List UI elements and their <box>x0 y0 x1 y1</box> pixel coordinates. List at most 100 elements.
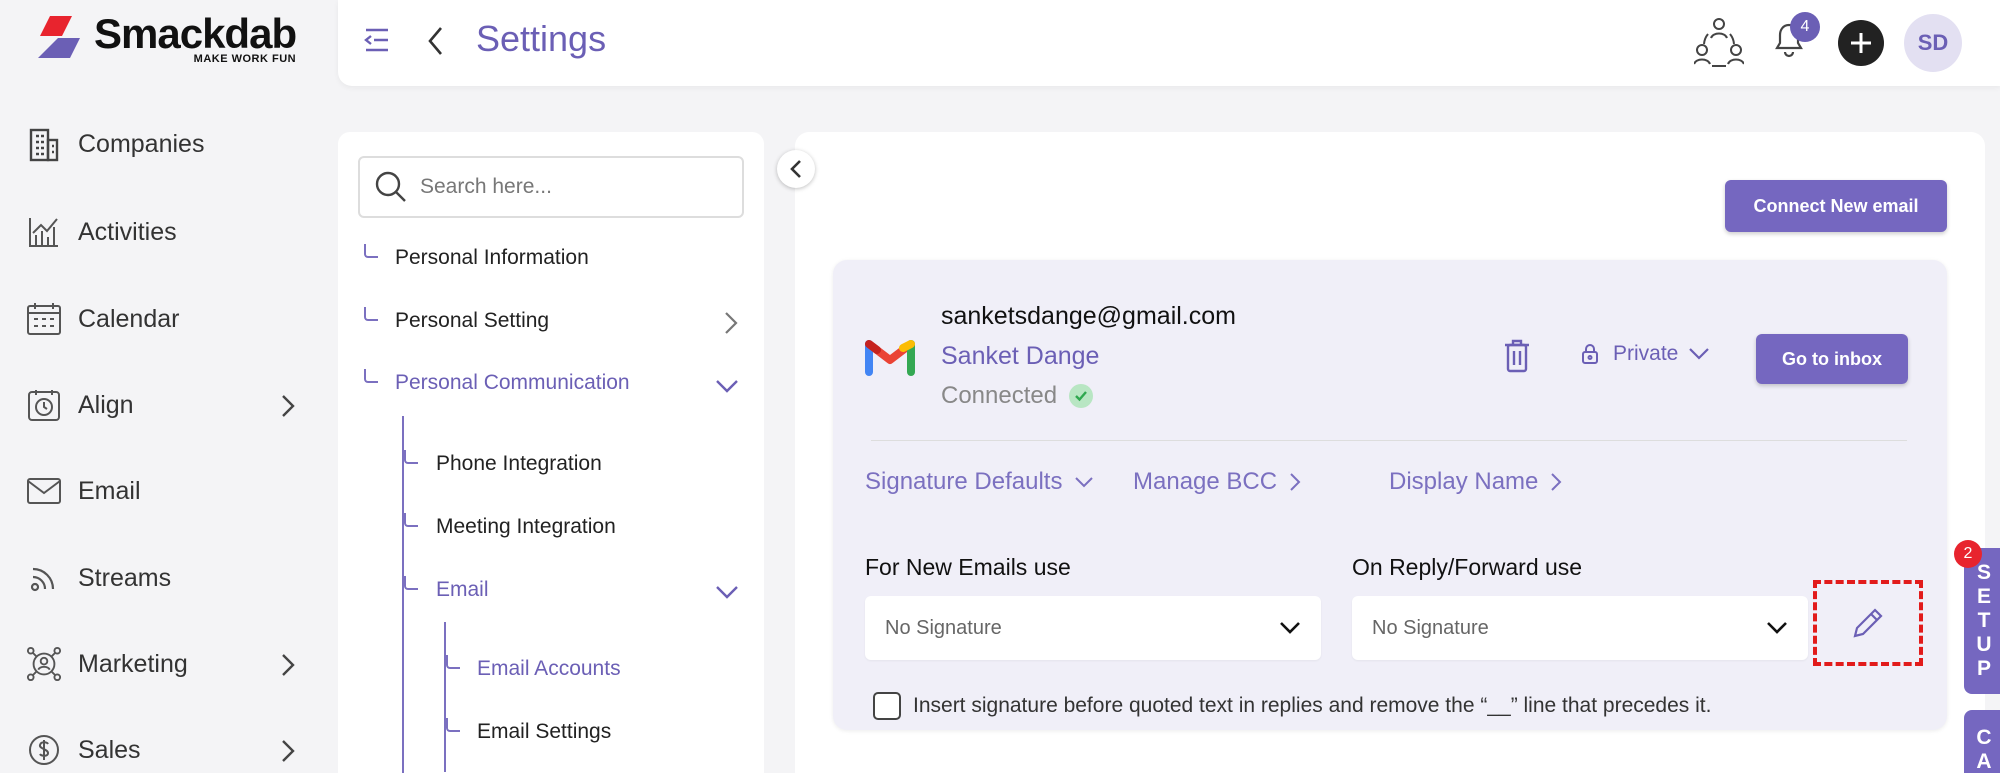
tree-connector <box>404 513 418 527</box>
notification-badge: 4 <box>1790 12 1820 42</box>
nav-email-settings[interactable]: Email Settings <box>477 720 611 744</box>
main-content: Connect New email sanketsdange@gmail.com… <box>795 132 1985 773</box>
collapse-panel-button[interactable] <box>777 150 815 188</box>
go-to-inbox-button[interactable]: Go to inbox <box>1756 334 1908 384</box>
chevron-right-icon <box>282 395 295 417</box>
chevron-down-icon <box>1075 477 1094 488</box>
sidebar-item-sales[interactable]: Sales <box>26 720 296 773</box>
left-sidebar: Smackdab MAKE WORK FUN Companies Activit… <box>0 0 330 773</box>
top-header: Settings 4 SD <box>338 0 2000 86</box>
tab-letter: P <box>1976 657 1991 680</box>
nav-personal-information[interactable]: Personal Information <box>395 246 589 270</box>
select-value: No Signature <box>885 616 1002 639</box>
brand-logo[interactable]: Smackdab MAKE WORK FUN <box>32 10 297 65</box>
sidebar-item-activities[interactable]: Activities <box>26 202 296 262</box>
tab-letter: E <box>1976 585 1991 608</box>
tab-signature-defaults[interactable]: Signature Defaults <box>865 468 1094 496</box>
lock-icon <box>1582 344 1598 364</box>
tab-label: Display Name <box>1389 468 1539 495</box>
divider <box>871 440 1907 441</box>
tab-letter: T <box>1977 609 1991 632</box>
search-input[interactable] <box>420 175 740 199</box>
tab-manage-bcc[interactable]: Manage BCC <box>1133 468 1301 496</box>
nav-personal-setting[interactable]: Personal Setting <box>395 309 549 333</box>
nav-email-accounts[interactable]: Email Accounts <box>477 657 621 681</box>
logo-mark-icon <box>32 12 90 62</box>
reply-forward-signature-select[interactable]: No Signature <box>1352 596 1808 660</box>
settings-search <box>358 156 744 218</box>
tab-label: Signature Defaults <box>865 468 1063 495</box>
chevron-down-icon <box>1689 348 1710 360</box>
tree-connector <box>404 576 418 590</box>
sidebar-item-streams[interactable]: Streams <box>26 548 296 608</box>
settings-nav-panel: Personal Information Personal Setting Pe… <box>338 132 764 773</box>
insert-signature-checkbox[interactable] <box>873 692 901 720</box>
tree-connector <box>364 307 378 321</box>
tab-letter: U <box>1976 633 1992 656</box>
insert-signature-label: Insert signature before quoted text in r… <box>913 694 1712 717</box>
chevron-right-icon <box>1290 473 1301 491</box>
chevron-left-icon <box>790 160 801 178</box>
tree-line <box>402 416 404 773</box>
sidebar-item-calendar[interactable]: Calendar <box>26 289 296 349</box>
new-emails-signature-select[interactable]: No Signature <box>865 596 1321 660</box>
trash-icon[interactable] <box>1503 338 1531 374</box>
connect-new-email-button[interactable]: Connect New email <box>1725 180 1947 232</box>
mail-icon <box>26 473 62 509</box>
account-email: sanketsdange@gmail.com <box>941 302 1236 330</box>
sidebar-item-label: Activities <box>78 217 177 246</box>
activity-chart-icon <box>26 214 62 250</box>
tree-connector <box>446 718 460 732</box>
add-new-button[interactable] <box>1838 20 1884 66</box>
nav-email[interactable]: Email <box>436 578 489 602</box>
search-icon <box>375 171 406 202</box>
tab-display-name[interactable]: Display Name <box>1389 468 1562 496</box>
sidebar-item-email[interactable]: Email <box>26 461 296 521</box>
tab-label: Manage BCC <box>1133 468 1278 495</box>
sidebar-item-marketing[interactable]: Marketing <box>26 634 296 694</box>
edit-signature-button[interactable] <box>1813 580 1923 666</box>
sidebar-item-align[interactable]: Align <box>26 375 296 435</box>
tree-connector <box>404 450 418 464</box>
nav-personal-communication[interactable]: Personal Communication <box>395 371 630 395</box>
chevron-right-icon <box>1551 473 1562 491</box>
chevron-right-icon[interactable] <box>723 310 739 336</box>
check-circle-icon <box>1069 384 1094 408</box>
insert-signature-option: Insert signature before quoted text in r… <box>873 692 1711 720</box>
sidebar-item-label: Calendar <box>78 304 180 333</box>
new-emails-label: For New Emails use <box>865 554 1071 580</box>
chevron-right-icon <box>282 654 295 676</box>
account-name[interactable]: Sanket Dange <box>941 342 1099 371</box>
user-avatar[interactable]: SD <box>1904 14 1962 72</box>
ca-side-tab[interactable]: C A <box>1964 710 2000 773</box>
brand-name: Smackdab <box>94 10 297 57</box>
setup-side-tab[interactable]: S E T U P <box>1964 548 2000 694</box>
team-icon[interactable] <box>1694 16 1744 68</box>
chevron-down-icon <box>1767 622 1787 634</box>
chevron-down-icon[interactable] <box>714 584 740 600</box>
back-arrow-icon[interactable] <box>426 24 446 58</box>
pencil-icon <box>1853 608 1883 638</box>
plus-icon <box>1851 33 1871 53</box>
sidebar-item-companies[interactable]: Companies <box>26 114 296 174</box>
calendar-icon <box>26 301 62 337</box>
status-text: Connected <box>941 382 1058 409</box>
tab-letter: S <box>1976 561 1991 584</box>
visibility-dropdown[interactable]: Private <box>1581 342 1710 366</box>
sidebar-item-label: Align <box>78 390 134 419</box>
tree-connector <box>364 369 378 383</box>
sidebar-item-label: Companies <box>78 129 205 158</box>
nav-phone-integration[interactable]: Phone Integration <box>436 452 602 476</box>
collapse-menu-icon[interactable] <box>362 25 392 55</box>
gmail-logo-icon <box>865 340 915 376</box>
chevron-down-icon <box>1280 622 1300 634</box>
chevron-down-icon[interactable] <box>714 378 740 394</box>
tab-letter: C <box>1976 726 1992 749</box>
nav-meeting-integration[interactable]: Meeting Integration <box>436 515 616 539</box>
select-value: No Signature <box>1372 616 1489 639</box>
sidebar-item-label: Streams <box>78 563 172 592</box>
email-account-card: sanketsdange@gmail.com Sanket Dange Conn… <box>833 260 1947 730</box>
network-person-icon <box>26 646 62 682</box>
connection-status: Connected <box>941 382 1094 410</box>
visibility-label: Private <box>1613 342 1679 365</box>
